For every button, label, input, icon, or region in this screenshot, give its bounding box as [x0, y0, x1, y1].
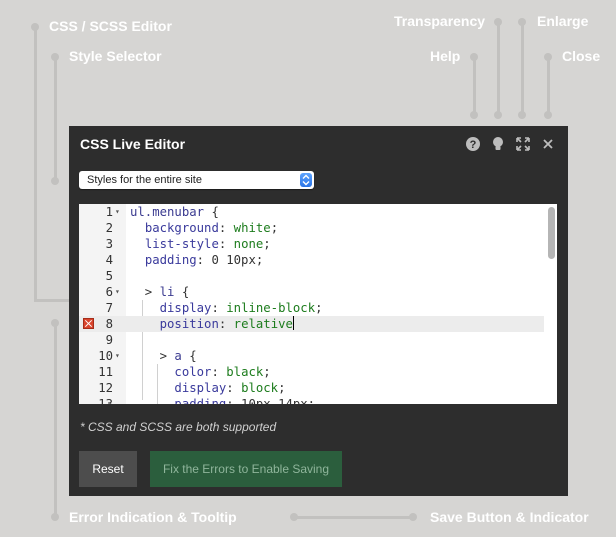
callout-style-selector: Style Selector [69, 48, 162, 64]
code-line: 9 [105, 333, 113, 347]
callout-enlarge: Enlarge [537, 13, 589, 29]
style-selector-value: Styles for the entire site [87, 174, 202, 186]
editor-title: CSS Live Editor [80, 136, 186, 152]
css-live-editor-panel: CSS Live Editor ? Styles for the entire … [69, 126, 568, 496]
lightbulb-icon[interactable] [490, 136, 506, 152]
callout-error-indication: Error Indication & Tooltip [69, 509, 237, 525]
dropdown-arrows-icon [300, 173, 312, 187]
code-line: 1 ▾ ul.menubar { [105, 205, 219, 219]
callout-close: Close [562, 48, 601, 64]
svg-text:?: ? [470, 139, 477, 151]
code-line: 3 list-style: none; [105, 237, 271, 251]
help-icon[interactable]: ? [465, 136, 481, 152]
callout-transparency: Transparency [394, 13, 486, 29]
callout-help: Help [430, 48, 461, 64]
callout-css-editor: CSS / SCSS Editor [49, 18, 172, 34]
code-line: 13 padding: 10px 14px; [98, 397, 316, 404]
reset-button[interactable]: Reset [79, 451, 137, 487]
code-line: 11 color: black; [98, 365, 271, 379]
code-line: 7 display: inline-block; [105, 301, 323, 315]
close-icon[interactable] [540, 136, 556, 152]
editor-titlebar: CSS Live Editor ? [69, 126, 568, 162]
code-line: 5 [105, 269, 113, 283]
text-cursor [292, 316, 294, 330]
code-line: 4 padding: 0 10px; [105, 253, 264, 267]
code-line: 2 background: white; [105, 221, 279, 235]
code-line: 10 ▾ > a { [98, 349, 197, 363]
support-note: * CSS and SCSS are both supported [80, 420, 277, 434]
save-button[interactable]: Fix the Errors to Enable Saving [150, 451, 342, 487]
code-line-error: 8 position: relative [79, 316, 544, 332]
callout-save-button: Save Button & Indicator [430, 509, 589, 525]
style-selector-dropdown[interactable]: Styles for the entire site [79, 171, 314, 189]
code-line: 6 ▾ > li { [105, 285, 190, 299]
code-scrollbar[interactable] [548, 207, 555, 259]
code-line: 12 display: block; [98, 381, 286, 395]
code-editor[interactable]: 1 ▾ ul.menubar { 2 background: white; 3 l… [79, 204, 557, 404]
enlarge-icon[interactable] [515, 136, 531, 152]
